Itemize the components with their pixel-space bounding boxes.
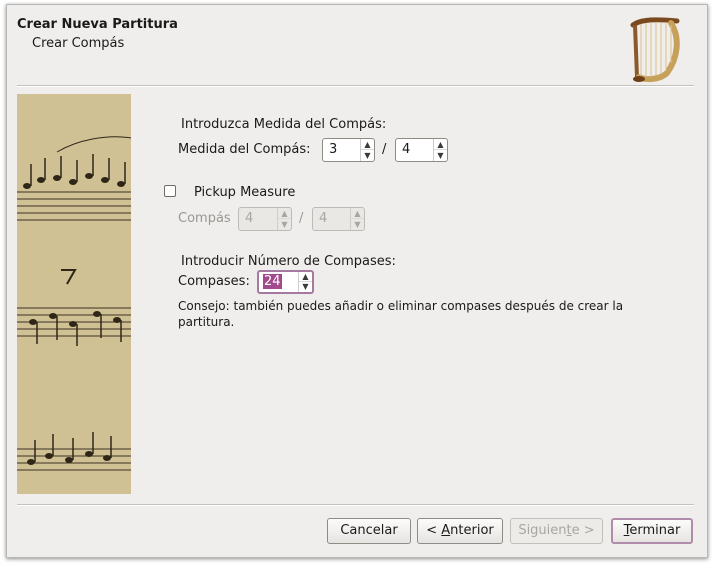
back-button-mnemonic: A	[441, 523, 451, 538]
spin-up-arrow-icon[interactable]: ▲	[299, 272, 312, 282]
header-separator	[17, 85, 694, 87]
measures-count-value[interactable]: 24	[263, 274, 282, 289]
measures-hint-text: Consejo: también puedes añadir o elimina…	[178, 299, 624, 329]
time-numerator-spinbox[interactable]: 3 ▲ ▼	[322, 138, 375, 162]
spin-up-arrow-icon[interactable]: ▲	[361, 139, 374, 150]
finish-button[interactable]: Terminar	[611, 518, 693, 544]
pickup-numerator-spinbox: 4 ▲ ▼	[238, 207, 292, 231]
spin-down-arrow-icon[interactable]: ▼	[361, 150, 374, 161]
back-button[interactable]: < Anterior	[417, 518, 503, 544]
harp-logo-icon	[630, 17, 680, 83]
measures-count-label: Compases:	[178, 274, 250, 289]
next-button-prefix: Siguien	[518, 523, 567, 538]
next-button: Siguiente >	[510, 518, 603, 544]
footer-separator	[17, 504, 694, 506]
pickup-denominator-spinbox: 4 ▲ ▼	[312, 207, 365, 231]
pickup-measure-label[interactable]: Pickup Measure	[194, 185, 295, 200]
finish-button-label: erminar	[629, 523, 681, 538]
time-signature-section-label: Introduzca Medida del Compás:	[181, 117, 387, 132]
pickup-slash: /	[299, 211, 304, 226]
cancel-button[interactable]: Cancelar	[327, 518, 411, 544]
pickup-measure-checkbox[interactable]	[164, 185, 176, 197]
next-button-label: e >	[571, 523, 595, 538]
wizard-title: Crear Nueva Partitura	[17, 17, 178, 32]
wizard-dialog: Crear Nueva Partitura Crear Compás Intro…	[6, 4, 708, 558]
pickup-numerator-value: 4	[245, 211, 254, 226]
back-button-label: nterior	[450, 523, 494, 538]
time-signature-label: Medida del Compás:	[178, 142, 311, 157]
spin-down-arrow-icon[interactable]: ▼	[434, 150, 447, 161]
pickup-compas-label: Compás	[178, 211, 231, 226]
spin-down-arrow-icon: ▼	[281, 220, 288, 229]
pickup-denominator-value: 4	[319, 211, 328, 226]
wizard-page-subtitle: Crear Compás	[32, 36, 125, 51]
spin-up-arrow-icon[interactable]: ▲	[434, 139, 447, 150]
sheet-music-side-image	[17, 94, 131, 494]
spin-up-arrow-icon: ▲	[351, 208, 364, 219]
measures-section-label: Introducir Número de Compases:	[181, 254, 396, 269]
time-denominator-value[interactable]: 4	[402, 142, 410, 157]
spin-down-arrow-icon[interactable]: ▼	[299, 282, 312, 292]
time-denominator-spinbox[interactable]: 4 ▲ ▼	[395, 138, 448, 162]
time-signature-slash: /	[382, 142, 387, 157]
spin-down-arrow-icon: ▼	[354, 220, 361, 229]
spin-up-arrow-icon: ▲	[278, 208, 291, 219]
back-button-prefix: <	[426, 523, 442, 538]
time-numerator-value[interactable]: 3	[329, 142, 337, 157]
measures-count-spinbox[interactable]: 24 ▲ ▼	[257, 270, 314, 294]
